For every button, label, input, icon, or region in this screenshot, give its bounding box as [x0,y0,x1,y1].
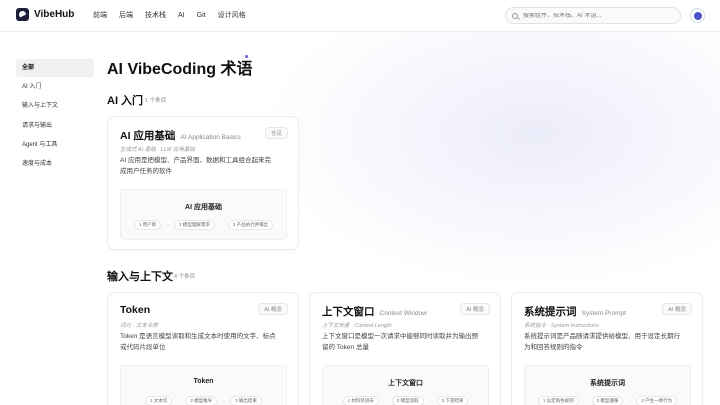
card-description-line: Token 是语言模型读取和生成文本时使用的文字、标点 [120,333,276,340]
section-count-input-context: 4 个条目 [174,274,196,280]
preview-title: AI 应用基础 [185,204,222,211]
card-badge: AI 概念 [662,303,692,315]
card-description-line: 或代码片段单位 [120,344,166,351]
card-badge: AI 概念 [258,303,288,315]
card-description: AI 应用是把模型、产品界面、数据和工具组合起来完 成用户任务的软件 [120,155,271,177]
preview-flow: 1 材料装进去 → 2 模型读取 → 3 下游结果 [323,396,488,405]
sidebar-item-speed-cost[interactable]: 速度与成本 [16,155,94,173]
arrow-right-icon: → [176,398,182,404]
flow-step: 3 输出结果 [230,396,262,405]
nav-item-git[interactable]: Git [191,0,212,32]
flow-step: 3 下游结果 [436,396,469,405]
arrow-right-icon: → [221,398,227,404]
card-preview: Token 1 文本切 → 2 模型推导 → 3 输出结果 [120,365,287,405]
logo[interactable]: VibeHub [16,8,74,21]
arrow-right-icon: → [582,398,588,404]
section-count-ai-intro: 1 个条目 [145,98,167,104]
search-icon [512,12,518,19]
background-glow [260,30,720,290]
section-title-ai-intro: AI 入门 [107,95,144,107]
section-title-input-context: 输入与上下文 [107,271,173,283]
sidebar-item-ai-intro[interactable]: AI 入门 [16,78,94,96]
card-subtitle: 词元 · 文本令牌 [120,323,158,329]
card-description-line: 系统提示词是产品随请求提供给模型、用于设定长期行 [524,333,680,340]
arrow-right-icon: → [627,398,633,404]
nav-item-backend[interactable]: 后端 [113,0,139,32]
nav-item-techstack[interactable]: 技术栈 [139,0,172,32]
nav-item-frontend[interactable]: 前端 [87,0,113,32]
card-head: AI 应用基础 AI Application Basics [120,128,241,143]
card-title: 上下文窗口 [322,306,375,318]
main-nav: 前端 后端 技术栈 AI Git 设计风格 [87,0,252,32]
search-input[interactable] [523,12,673,19]
card-description-line: 留的 Token 总量 [322,344,369,351]
flow-step: 1 设定角色规则 [537,396,579,405]
avatar-dot [693,11,702,20]
card-english-title: AI Application Basics [180,134,241,141]
card-preview: 系统提示词 1 设定角色规则 → 2 模型遵循 → 3 产生一致行为 [524,365,691,405]
card-preview: AI 应用基础 1 用户目 → 2 模型理解需求 → 3 产品执行并输出 [120,189,287,240]
page-title: AI VibeCoding 术语 [107,61,253,78]
card-head: Token [120,304,155,316]
flow-step: 2 模型理解需求 [174,220,215,230]
arrow-right-icon: → [165,222,171,228]
app-name: VibeHub [34,9,75,20]
card-head: 上下文窗口 Context Window [322,304,427,319]
search-box[interactable] [505,7,681,24]
title-accent-dot [245,55,248,58]
arrow-right-icon: → [218,222,224,228]
sidebar: 全部 AI 入门 输入与上下文 请求与输出 Agent 与工具 速度与成本 [16,59,94,174]
card-head: 系统提示词 System Prompt [524,304,626,319]
flow-step: 1 文本切 [145,396,173,405]
logo-icon [16,8,29,21]
term-card-system-prompt[interactable]: 系统提示词 System Prompt AI 概念 系统指令 · System … [511,292,703,405]
term-card-ai-basics[interactable]: AI 应用基础 AI Application Basics 仓见 生成式 AI … [107,116,299,250]
card-subtitle: 生成式 AI 基础 · LLM 应用基础 [120,147,195,153]
preview-title: 系统提示词 [590,380,625,387]
nav-item-ai[interactable]: AI [172,0,191,32]
card-description-line: AI 应用是把模型、产品界面、数据和工具组合起来完 [120,157,271,164]
sidebar-item-request-output[interactable]: 请求与输出 [16,117,94,135]
flow-step: 3 产生一致行为 [636,396,678,405]
card-subtitle: 上下文长度 · Context Length [322,323,392,329]
flow-step: 2 模型推导 [185,396,218,405]
preview-flow: 1 设定角色规则 → 2 模型遵循 → 3 产生一致行为 [525,396,690,405]
card-title: Token [120,304,151,316]
card-description-line: 为和回答规则的指令 [524,344,583,351]
preview-flow: 1 文本切 → 2 模型推导 → 3 输出结果 [121,396,286,405]
card-description: 系统提示词是产品随请求提供给模型、用于设定长期行 为和回答规则的指令 [524,331,680,353]
nav-item-design-style[interactable]: 设计风格 [212,0,252,32]
term-card-token[interactable]: Token AI 概念 词元 · 文本令牌 Token 是语言模型读取和生成文本… [107,292,299,405]
top-navigation: VibeHub 前端 后端 技术栈 AI Git 设计风格 [0,0,720,32]
sidebar-item-input-context[interactable]: 输入与上下文 [16,97,94,115]
card-subtitle: 系统指令 · System Instructions [524,323,599,329]
arrow-right-icon: → [427,398,433,404]
card-description: Token 是语言模型读取和生成文本时使用的文字、标点 或代码片段单位 [120,331,276,353]
avatar[interactable] [690,8,705,23]
card-english-title: System Prompt [581,310,626,317]
card-description-line: 成用户任务的软件 [120,168,172,175]
preview-flow: 1 用户目 → 2 模型理解需求 → 3 产品执行并输出 [121,220,286,230]
flow-step: 1 用户目 [133,220,162,230]
flow-step: 1 材料装进去 [342,396,379,405]
card-english-title: Context Window [379,310,427,317]
preview-title: 上下文窗口 [388,380,423,387]
preview-title: Token [193,378,214,385]
flow-step: 3 产品执行并输出 [227,220,274,230]
sidebar-item-all[interactable]: 全部 [16,59,94,77]
sidebar-item-agent-tools[interactable]: Agent 与工具 [16,136,94,154]
card-description: 上下文窗口是模型一次请求中能够同时读取并为输出预 留的 Token 总量 [322,331,478,353]
card-badge: AI 概念 [460,303,490,315]
flow-step: 2 模型读取 [391,396,424,405]
card-badge: 仓见 [264,127,288,139]
term-card-context-window[interactable]: 上下文窗口 Context Window AI 概念 上下文长度 · Conte… [309,292,501,405]
card-description-line: 上下文窗口是模型一次请求中能够同时读取并为输出预 [322,333,478,340]
flow-step: 2 模型遵循 [591,396,624,405]
arrow-right-icon: → [382,398,388,404]
card-title: AI 应用基础 [120,130,176,142]
card-title: 系统提示词 [524,306,577,318]
card-preview: 上下文窗口 1 材料装进去 → 2 模型读取 → 3 下游结果 [322,365,489,405]
